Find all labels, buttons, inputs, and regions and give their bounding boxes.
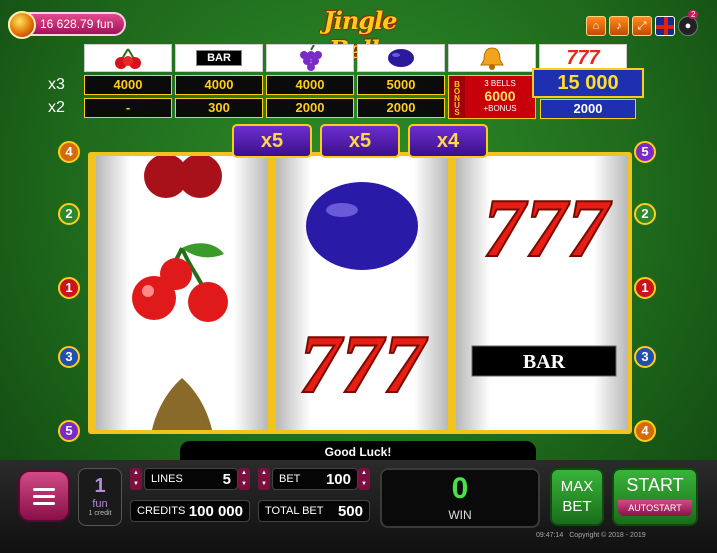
credits-label: CREDITS [137, 505, 186, 517]
cherry-icon [84, 44, 172, 72]
reel-1-symbols [132, 156, 228, 430]
game-stage: 16 628.79 fun Jingle Bells ⌂ ♪ ⤢ ● 2 x3 … [0, 0, 717, 553]
balance-text: 16 628.79 fun [40, 17, 114, 31]
bonus-payout: BONUS 3 BELLS 6000 +BONUS [448, 75, 536, 119]
lines-stepper[interactable]: ▲ ▼ [130, 468, 142, 490]
payout-cherry-x3: 4000 [84, 75, 172, 95]
total-bet-value: 500 [337, 502, 363, 520]
bar-symbol: BAR [175, 44, 263, 72]
payout-grape-x2: 2000 [266, 98, 354, 118]
clock: 09:47:14 [536, 532, 564, 539]
bet-value: 100 [325, 470, 351, 488]
lines-stepper-right[interactable]: ▲ ▼ [238, 468, 250, 490]
sound-icon[interactable]: ♪ [609, 16, 629, 36]
lines-field: LINES 5 [144, 468, 238, 490]
denomination-credit: 1 credit [88, 510, 112, 517]
menu-icon-bar [33, 487, 55, 491]
plum-icon [357, 44, 445, 72]
payout-bar-x3: 4000 [175, 75, 263, 95]
pear-icon [152, 378, 212, 430]
reel-frame: 777 777 BAR [88, 152, 632, 434]
multiplier-reel-3: x4 [408, 124, 488, 158]
multiplier-reel-2: x5 [320, 124, 400, 158]
total-bet-field: TOTAL BET 500 [258, 500, 370, 522]
denomination-unit: fun [92, 498, 108, 510]
bonus-value: 6000 [484, 88, 516, 104]
payline-3-left[interactable]: 3 [58, 346, 80, 368]
bet-stepper-right[interactable]: ▲ ▼ [358, 468, 370, 490]
payout-cherry-x2: - [84, 98, 172, 118]
reel-1 [96, 156, 268, 430]
win-label: WIN [448, 508, 472, 522]
bell-icon [448, 44, 536, 72]
paytable-col-bell [448, 44, 536, 72]
paytable-col-cherry: 4000 - [84, 44, 172, 118]
payline-4-right[interactable]: 4 [634, 420, 656, 442]
copyright: Copyright © 2018 - 2019 [569, 532, 646, 539]
payline-1-left[interactable]: 1 [58, 277, 80, 299]
start-label: START [626, 475, 684, 495]
cherry-icon [132, 243, 228, 322]
payout-bar-x2: 300 [175, 98, 263, 118]
language-flag-icon[interactable] [655, 16, 675, 36]
payout-plum-x2: 2000 [357, 98, 445, 118]
balance-coin-icon [8, 11, 36, 39]
lines-value: 5 [222, 470, 231, 488]
jackpot-x3: 15 000 [532, 68, 644, 98]
bonus-suffix: +BONUS [483, 104, 517, 113]
bet-label: BET [279, 473, 301, 485]
payline-4-left[interactable]: 4 [58, 141, 80, 163]
total-bet-label: TOTAL BET [265, 505, 324, 517]
chip-icon[interactable]: ● [678, 16, 698, 36]
reel-2-symbols: 777 [298, 182, 429, 412]
paytable-col-plum: 5000 2000 [357, 44, 445, 118]
payline-1-right[interactable]: 1 [634, 277, 656, 299]
balance-display[interactable]: 16 628.79 fun [8, 11, 126, 39]
payline-2-left[interactable]: 2 [58, 203, 80, 225]
win-display: 0 WIN [380, 468, 540, 528]
seven-icon: 777 [483, 182, 612, 275]
fullscreen-icon[interactable]: ⤢ [632, 16, 652, 36]
paytable: x3 x2 4000 - BAR 4000 300 4000 2000 5000… [48, 44, 648, 124]
payline-3-right[interactable]: 3 [634, 346, 656, 368]
autostart-button[interactable]: AUTOSTART [618, 500, 692, 516]
credits-value: 100 000 [188, 502, 243, 520]
footer: 09:47:14 Copyright © 2018 - 2019 [536, 532, 646, 539]
reel-3-symbols: 777 BAR [471, 181, 617, 377]
reel-3: 777 BAR [456, 156, 628, 430]
denomination-selector[interactable]: 1 fun 1 credit [78, 468, 122, 526]
reel-2: 777 [276, 156, 448, 430]
bar-icon-text: BAR [523, 351, 566, 373]
plum-icon [306, 182, 418, 270]
credits-field: CREDITS 100 000 [130, 500, 250, 522]
grape-icon [266, 44, 354, 72]
lines-label: LINES [151, 473, 183, 485]
max-bet-button[interactable]: MAX BET [550, 468, 604, 526]
denomination-value: 1 [94, 475, 106, 497]
reel-multipliers: x5 x5 x4 [232, 124, 488, 158]
control-panel: 1 fun 1 credit ▲ ▼ LINES 5 ▲ ▼ ▲ ▼ BET 100 … [0, 460, 717, 553]
multiplier-reel-1: x5 [232, 124, 312, 158]
paytable-col-grape: 4000 2000 [266, 44, 354, 118]
payout-plum-x3: 5000 [357, 75, 445, 95]
start-button[interactable]: START AUTOSTART [612, 468, 698, 526]
bet-stepper[interactable]: ▲ ▼ [258, 468, 270, 490]
payline-5-right[interactable]: 5 [634, 141, 656, 163]
row-label-x2: x2 [48, 99, 65, 116]
win-value: 0 [451, 472, 469, 505]
home-icon[interactable]: ⌂ [586, 16, 606, 36]
top-toolbar: ⌂ ♪ ⤢ ● [586, 16, 698, 36]
payline-5-left[interactable]: 5 [58, 420, 80, 442]
payline-2-right[interactable]: 2 [634, 203, 656, 225]
row-label-x3: x3 [48, 76, 65, 93]
menu-button[interactable] [18, 470, 70, 522]
seven-icon: 777 [299, 318, 428, 411]
paytable-col-bar: BAR 4000 300 [175, 44, 263, 118]
payout-grape-x3: 4000 [266, 75, 354, 95]
bet-field: BET 100 [272, 468, 358, 490]
bonus-label: 3 BELLS [484, 79, 516, 88]
bonus-vertical-label: BONUS [449, 76, 465, 118]
payout-seven-x2: 2000 [540, 99, 636, 119]
